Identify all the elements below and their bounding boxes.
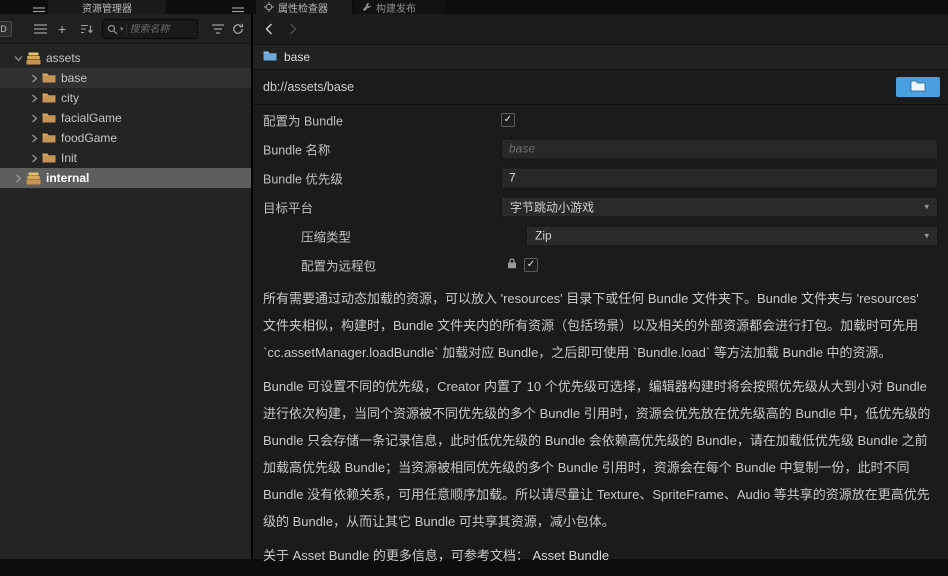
description-paragraph-3: 关于 Asset Bundle 的更多信息，可参考文档： Asset Bundl… bbox=[263, 542, 934, 569]
assets-toolbar: D + ▾ bbox=[0, 14, 251, 44]
d-toggle-button[interactable]: D bbox=[0, 20, 12, 37]
target-platform-select[interactable]: 字节跳动小游戏 ▾ bbox=[501, 196, 938, 217]
tab-build-publish-label: 构建发布 bbox=[376, 3, 416, 15]
form-row-bundle-name: Bundle 名称 bbox=[253, 134, 948, 163]
tab-build-publish[interactable]: 构建发布 bbox=[354, 0, 446, 15]
tree-item-city[interactable]: city bbox=[0, 88, 251, 108]
folder-stack-icon bbox=[26, 172, 41, 185]
lock-icon bbox=[507, 256, 517, 274]
search-filter-caret-icon[interactable]: ▾ bbox=[120, 25, 124, 33]
breadcrumb-label: base bbox=[284, 50, 311, 64]
form-row-is-remote: 配置为远程包 ✓ bbox=[253, 250, 948, 279]
top-tab-bar: 资源管理器 属性检查器 构建发布 bbox=[0, 0, 948, 16]
forward-icon[interactable] bbox=[289, 23, 297, 35]
search-icon bbox=[107, 24, 118, 35]
folder-icon bbox=[42, 112, 56, 124]
tree-item-Init[interactable]: Init bbox=[0, 148, 251, 168]
add-asset-icon[interactable]: + bbox=[58, 21, 66, 37]
tree-item-foodGame[interactable]: foodGame bbox=[0, 128, 251, 148]
chevron-down-icon[interactable] bbox=[12, 55, 24, 62]
form-row-bundle-priority: Bundle 优先级 bbox=[253, 163, 948, 192]
check-icon: ✓ bbox=[503, 113, 513, 125]
bundle-name-input[interactable] bbox=[501, 138, 938, 159]
form-row-is-bundle: 配置为 Bundle ✓ bbox=[253, 105, 948, 134]
search-box: ▾ bbox=[102, 19, 198, 39]
chevron-right-icon[interactable] bbox=[28, 154, 40, 163]
list-view-icon[interactable] bbox=[34, 23, 47, 34]
bundle-form: 配置为 Bundle ✓ Bundle 名称 Bundle 优先级 目标平台 bbox=[253, 105, 948, 279]
folder-icon bbox=[42, 152, 56, 164]
chevron-right-icon[interactable] bbox=[12, 174, 24, 183]
bundle-priority-label: Bundle 优先级 bbox=[263, 172, 343, 186]
bundle-name-label: Bundle 名称 bbox=[263, 143, 331, 157]
description-paragraph-1: 所有需要通过动态加载的资源，可以放入 'resources' 目录下或任何 Bu… bbox=[263, 291, 919, 360]
chevron-right-icon[interactable] bbox=[28, 74, 40, 83]
refresh-icon[interactable] bbox=[232, 23, 244, 35]
back-icon[interactable] bbox=[265, 23, 273, 35]
open-folder-button[interactable] bbox=[896, 77, 940, 97]
tree-item-label: city bbox=[61, 91, 79, 105]
form-row-target-platform: 目标平台 字节跳动小游戏 ▾ bbox=[253, 192, 948, 221]
tree-item-assets[interactable]: assets bbox=[0, 48, 251, 68]
tab-asset-manager-label: 资源管理器 bbox=[82, 3, 132, 15]
tree-item-base[interactable]: base bbox=[0, 68, 251, 88]
breadcrumb: base bbox=[253, 44, 948, 70]
folder-icon bbox=[42, 72, 56, 84]
tree-item-label: base bbox=[61, 71, 88, 85]
tree-item-facialGame[interactable]: facialGame bbox=[0, 108, 251, 128]
cocos-creator-editor: 资源管理器 属性检查器 构建发布 D + ▾ 搜索名称 assets base … bbox=[0, 0, 948, 563]
folder-icon bbox=[42, 92, 56, 104]
open-folder-icon bbox=[910, 80, 926, 95]
chevron-right-icon[interactable] bbox=[28, 134, 40, 143]
bundle-priority-input[interactable] bbox=[501, 167, 938, 188]
folder-stack-icon bbox=[26, 52, 41, 65]
is-bundle-checkbox[interactable]: ✓ bbox=[501, 112, 515, 127]
folder-icon bbox=[263, 50, 277, 65]
filter-icon[interactable] bbox=[212, 23, 224, 34]
tree-item-label: facialGame bbox=[61, 111, 122, 125]
asset-manager-panel: D + ▾ assetsbasecityfaci bbox=[0, 14, 252, 559]
folder-icon bbox=[42, 132, 56, 144]
tab-asset-manager[interactable]: 资源管理器 bbox=[48, 0, 166, 15]
inspector-icon bbox=[264, 2, 274, 12]
sort-icon[interactable] bbox=[80, 23, 93, 34]
target-platform-value: 字节跳动小游戏 bbox=[510, 200, 595, 214]
docs-hint-text: 关于 Asset Bundle 的更多信息，可参考文档： bbox=[263, 548, 529, 563]
compression-type-select[interactable]: Zip ▾ bbox=[526, 225, 938, 246]
inspector-nav bbox=[253, 14, 948, 44]
check-icon: ✓ bbox=[526, 258, 536, 270]
target-platform-label: 目标平台 bbox=[263, 201, 314, 215]
description-paragraph-2: Bundle 可设置不同的优先级，Creator 内置了 10 个优先级可选择，… bbox=[263, 379, 931, 529]
bundle-description: 所有需要通过动态加载的资源，可以放入 'resources' 目录下或任何 Bu… bbox=[253, 279, 948, 576]
search-divider bbox=[125, 23, 127, 35]
compression-type-value: Zip bbox=[535, 228, 552, 243]
inspector-panel: base db://assets/base 配置为 Bundle ✓ Bundl… bbox=[252, 14, 948, 563]
is-bundle-label: 配置为 Bundle bbox=[263, 114, 343, 128]
tree-item-label: foodGame bbox=[61, 131, 118, 145]
chevron-down-icon: ▾ bbox=[924, 230, 929, 240]
tree-item-label: internal bbox=[46, 171, 90, 185]
is-remote-label: 配置为远程包 bbox=[301, 259, 377, 273]
asset-tree: assets base city facialGame foodGame Init inte… bbox=[0, 44, 251, 559]
tab-inspector[interactable]: 属性检查器 bbox=[256, 0, 352, 15]
asset-path-row: db://assets/base bbox=[253, 70, 948, 105]
chevron-down-icon: ▾ bbox=[924, 201, 929, 211]
chevron-right-icon[interactable] bbox=[28, 114, 40, 123]
search-input[interactable] bbox=[129, 23, 197, 35]
chevron-right-icon[interactable] bbox=[28, 94, 40, 103]
tab-inspector-label: 属性检查器 bbox=[278, 3, 328, 15]
asset-bundle-doc-link[interactable]: Asset Bundle bbox=[532, 548, 609, 563]
form-row-compression-type: 压缩类型 Zip ▾ bbox=[253, 221, 948, 250]
tree-item-label: Init bbox=[61, 151, 78, 165]
tree-item-label: assets bbox=[46, 51, 81, 65]
compression-type-label: 压缩类型 bbox=[301, 230, 352, 244]
tree-item-internal[interactable]: internal bbox=[0, 168, 251, 188]
build-icon bbox=[362, 2, 372, 12]
asset-path: db://assets/base bbox=[263, 80, 355, 94]
is-remote-checkbox[interactable]: ✓ bbox=[524, 257, 538, 272]
